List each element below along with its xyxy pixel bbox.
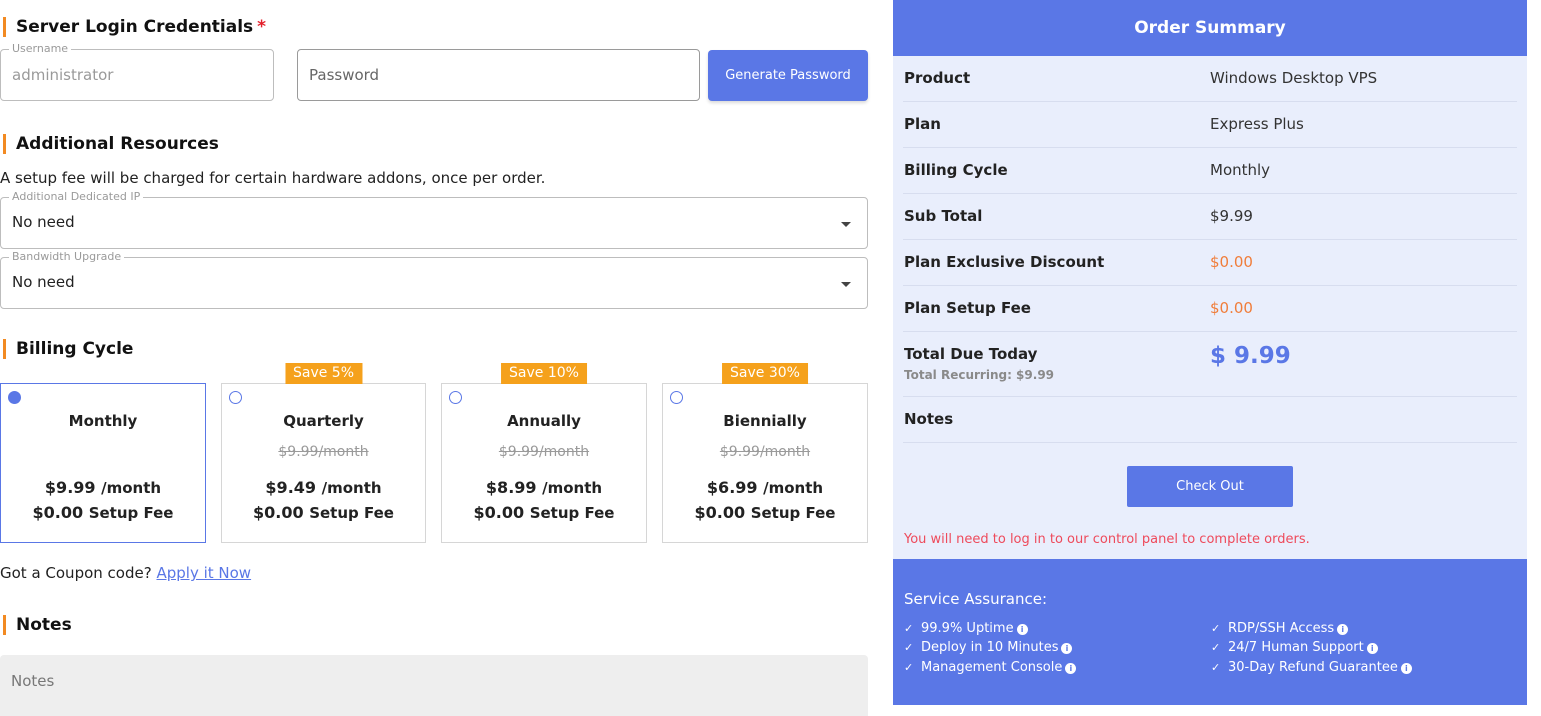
assurance-item: ✓ 30-Day Refund Guarantee i [1211,659,1412,676]
notes-title: Notes [3,615,72,635]
cycle-old-price: $9.99/month [498,444,590,460]
chevron-down-icon [841,222,851,227]
summary-notes-row: Notes [903,397,1517,443]
save-badge: Save 30% [722,363,808,384]
cycle-price: $9.49 /month [265,478,382,497]
billing-card-annually[interactable]: Save 10% Annually $9.99/month $8.99 /mon… [441,363,647,543]
cycle-name: Biennially [723,412,807,430]
radio-button[interactable] [670,391,683,404]
total-due-row: Total Due Today Total Recurring: $9.99 $… [903,332,1517,397]
save-badge: Save 5% [284,363,363,384]
check-icon: ✓ [1211,641,1221,654]
info-icon[interactable]: i [1061,643,1073,654]
check-icon: ✓ [904,622,914,635]
cycle-setup-fee: $0.00 Setup Fee [473,503,615,522]
checkout-button[interactable]: Check Out [1127,466,1293,507]
summary-row: Sub Total $9.99 [903,194,1517,240]
bandwidth-select[interactable]: Bandwidth Upgrade No need [0,250,868,309]
cycle-name: Quarterly [283,412,364,430]
credentials-title: Server Login Credentials * [3,17,266,37]
info-icon[interactable]: i [1065,663,1077,674]
bandwidth-value: No need [12,273,75,291]
dedicated-ip-legend: Additional Dedicated IP [9,190,144,204]
save-badge: Save 10% [501,363,587,384]
login-warning: You will need to log in to our control p… [904,532,1310,547]
cycle-old-price: $9.99/month [719,444,811,460]
billing-card-quarterly[interactable]: Save 5% Quarterly $9.99/month $9.49 /mon… [221,363,426,543]
total-due-value: $ 9.99 [1210,343,1291,369]
username-field[interactable]: Username administrator [0,42,274,101]
summary-row: Billing Cycle Monthly [903,148,1517,194]
summary-row: Plan Express Plus [903,102,1517,148]
bandwidth-legend: Bandwidth Upgrade [9,250,125,264]
check-icon: ✓ [904,641,914,654]
coupon-line: Got a Coupon code? Apply it Now [0,564,251,582]
password-input[interactable]: Password [297,49,700,101]
setup-fee-note: A setup fee will be charged for certain … [0,169,546,187]
cycle-setup-fee: $0.00 Setup Fee [694,503,836,522]
assurance-item: ✓ 99.9% Uptime i [904,620,1028,637]
username-legend: Username [9,42,72,56]
cycle-price: $6.99 /month [706,478,824,497]
cycle-price: $8.99 /month [485,478,603,497]
cycle-name: Monthly [68,412,138,430]
radio-button[interactable] [449,391,462,404]
order-summary-title: Order Summary [893,0,1527,56]
password-placeholder: Password [309,66,380,84]
billing-card-biennially[interactable]: Save 30% Biennially $9.99/month $6.99 /m… [662,363,868,543]
cycle-price: $9.99 /month [44,478,162,497]
billing-cycle-title: Billing Cycle [3,339,133,359]
username-value: administrator [12,66,114,84]
info-icon[interactable]: i [1016,624,1028,635]
cycle-old-price: $9.99/month [278,444,369,460]
cycle-setup-fee: $0.00 Setup Fee [253,503,394,522]
check-icon: ✓ [1211,622,1221,635]
order-form: Server Login Credentials * Username admin… [0,0,870,716]
chevron-down-icon [841,282,851,287]
dedicated-ip-select[interactable]: Additional Dedicated IP No need [0,190,868,249]
total-recurring: Total Recurring: $9.99 [904,368,1055,382]
info-icon[interactable]: i [1337,624,1349,635]
generate-password-button[interactable]: Generate Password [708,50,868,101]
required-mark: * [257,17,267,37]
order-summary-body: Product Windows Desktop VPS Plan Express P… [893,56,1527,559]
notes-placeholder: Notes [11,672,55,690]
assurance-item: ✓ 24/7 Human Support i [1211,639,1378,656]
check-icon: ✓ [1211,661,1221,674]
additional-resources-title: Additional Resources [3,134,219,154]
service-assurance-title: Service Assurance: [904,590,1047,608]
cycle-setup-fee: $0.00 Setup Fee [32,503,174,522]
dedicated-ip-value: No need [12,213,75,231]
apply-coupon-link[interactable]: Apply it Now [156,564,251,582]
info-icon[interactable]: i [1366,643,1378,654]
cycle-name: Annually [507,412,581,430]
radio-button[interactable] [229,391,242,404]
assurance-item: ✓ RDP/SSH Access i [1211,620,1349,637]
assurance-item: ✓ Management Console i [904,659,1077,676]
info-icon[interactable]: i [1400,663,1412,674]
order-summary-panel: Order Summary Product Windows Desktop VPS… [893,0,1527,705]
check-icon: ✓ [904,661,914,674]
summary-row: Plan Setup Fee $0.00 [903,286,1517,332]
summary-row: Product Windows Desktop VPS [903,56,1517,102]
radio-button[interactable] [8,391,21,404]
service-assurance: Service Assurance: ✓ 99.9% Uptime i ✓ Deplo… [893,559,1527,705]
total-due-label: Total Due Today [904,345,1038,363]
coupon-text: Got a Coupon code? [0,564,152,582]
billing-card-monthly[interactable]: Monthly $9.99 /month $0.00 Setup Fee [0,383,206,543]
assurance-item: ✓ Deploy in 10 Minutes i [904,639,1073,656]
notes-textarea[interactable]: Notes [0,655,868,716]
summary-row: Plan Exclusive Discount $0.00 [903,240,1517,286]
